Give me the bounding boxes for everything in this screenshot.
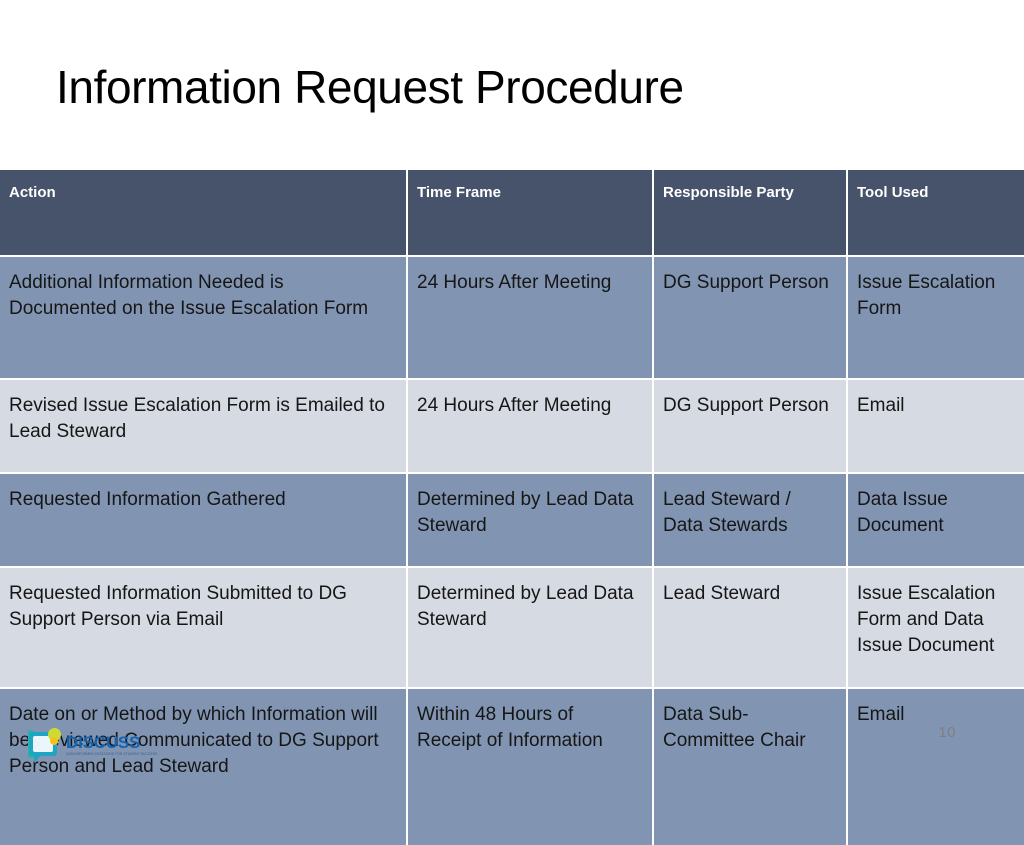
speech-bubble-icon (28, 728, 62, 763)
table-row: Requested Information Gathered Determine… (0, 474, 1024, 568)
table-row: Additional Information Needed is Documen… (0, 257, 1024, 380)
discuss-logo: DISCUSS DATA INFORMED DECISIONS FOR STUD… (28, 726, 164, 764)
cell-time-frame: 24 Hours After Meeting (408, 380, 654, 474)
cell-responsible-party: Lead Steward (654, 568, 848, 689)
cell-action: Requested Information Gathered (0, 474, 408, 568)
cell-action: Revised Issue Escalation Form is Emailed… (0, 380, 408, 474)
cell-responsible-party: DG Support Person (654, 257, 848, 380)
logo-wordmark: DISCUSS (66, 732, 141, 752)
table-row: Requested Information Submitted to DG Su… (0, 568, 1024, 689)
cell-tool-used: Email (848, 380, 1024, 474)
logo-tagline: DATA INFORMED DECISIONS FOR STUDENT SUCC… (66, 751, 158, 756)
cell-time-frame: Determined by Lead Data Steward (408, 568, 654, 689)
column-header-action: Action (0, 170, 408, 257)
table-header: Action Time Frame Responsible Party Tool… (0, 170, 1024, 257)
column-header-responsible-party: Responsible Party (654, 170, 848, 257)
cell-action: Requested Information Submitted to DG Su… (0, 568, 408, 689)
cell-action: Additional Information Needed is Documen… (0, 257, 408, 380)
cell-time-frame: Within 48 Hours of Receipt of Informatio… (408, 689, 654, 845)
cell-responsible-party: Lead Steward / Data Stewards (654, 474, 848, 568)
slide-canvas: Information Request Procedure Action Tim… (0, 0, 1024, 845)
cell-tool-used: Issue Escalation Form (848, 257, 1024, 380)
cell-action: Date on or Method by which Information w… (0, 689, 408, 845)
cell-tool-used: Email (848, 689, 1024, 845)
logo-text-block: DISCUSS DATA INFORMED DECISIONS FOR STUD… (66, 734, 157, 756)
column-header-time-frame: Time Frame (408, 170, 654, 257)
cell-time-frame: Determined by Lead Data Steward (408, 474, 654, 568)
yellow-dot-icon (50, 737, 58, 745)
page-number: 10 (938, 724, 956, 741)
cell-responsible-party: Data Sub-Committee Chair (654, 689, 848, 845)
cell-tool-used: Issue Escalation Form and Data Issue Doc… (848, 568, 1024, 689)
cell-tool-used: Data Issue Document (848, 474, 1024, 568)
table-header-row: Action Time Frame Responsible Party Tool… (0, 170, 1024, 257)
table-row: Revised Issue Escalation Form is Emailed… (0, 380, 1024, 474)
column-header-tool-used: Tool Used (848, 170, 1024, 257)
page-title: Information Request Procedure (56, 61, 684, 113)
table-row: Date on or Method by which Information w… (0, 689, 1024, 845)
cell-responsible-party: DG Support Person (654, 380, 848, 474)
cell-time-frame: 24 Hours After Meeting (408, 257, 654, 380)
